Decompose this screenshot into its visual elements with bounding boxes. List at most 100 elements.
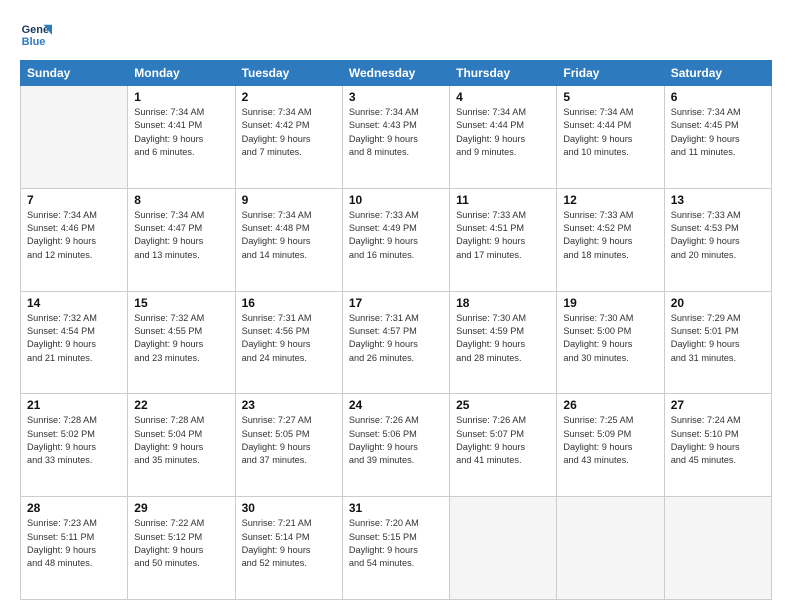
svg-text:Blue: Blue bbox=[22, 36, 46, 48]
calendar-day-cell: 21 Sunrise: 7:28 AM Sunset: 5:02 PM Dayli… bbox=[21, 394, 128, 497]
day-number: 31 bbox=[349, 501, 443, 515]
weekday-header-cell: Wednesday bbox=[342, 61, 449, 86]
calendar-day-cell: 13 Sunrise: 7:33 AM Sunset: 4:53 PM Dayli… bbox=[664, 188, 771, 291]
day-info: Sunrise: 7:27 AM Sunset: 5:05 PM Dayligh… bbox=[242, 414, 336, 467]
day-info: Sunrise: 7:21 AM Sunset: 5:14 PM Dayligh… bbox=[242, 517, 336, 570]
day-number: 20 bbox=[671, 296, 765, 310]
day-info: Sunrise: 7:33 AM Sunset: 4:49 PM Dayligh… bbox=[349, 209, 443, 262]
day-info: Sunrise: 7:33 AM Sunset: 4:52 PM Dayligh… bbox=[563, 209, 657, 262]
calendar-day-cell: 31 Sunrise: 7:20 AM Sunset: 5:15 PM Dayli… bbox=[342, 497, 449, 600]
day-number: 7 bbox=[27, 193, 121, 207]
calendar-day-cell: 5 Sunrise: 7:34 AM Sunset: 4:44 PM Daylig… bbox=[557, 86, 664, 189]
day-info: Sunrise: 7:25 AM Sunset: 5:09 PM Dayligh… bbox=[563, 414, 657, 467]
calendar-day-cell: 10 Sunrise: 7:33 AM Sunset: 4:49 PM Dayli… bbox=[342, 188, 449, 291]
day-info: Sunrise: 7:28 AM Sunset: 5:04 PM Dayligh… bbox=[134, 414, 228, 467]
day-number: 21 bbox=[27, 398, 121, 412]
calendar-day-cell: 2 Sunrise: 7:34 AM Sunset: 4:42 PM Daylig… bbox=[235, 86, 342, 189]
day-info: Sunrise: 7:26 AM Sunset: 5:07 PM Dayligh… bbox=[456, 414, 550, 467]
day-info: Sunrise: 7:30 AM Sunset: 4:59 PM Dayligh… bbox=[456, 312, 550, 365]
calendar-day-cell bbox=[664, 497, 771, 600]
day-number: 10 bbox=[349, 193, 443, 207]
day-number: 22 bbox=[134, 398, 228, 412]
day-info: Sunrise: 7:34 AM Sunset: 4:45 PM Dayligh… bbox=[671, 106, 765, 159]
day-info: Sunrise: 7:34 AM Sunset: 4:43 PM Dayligh… bbox=[349, 106, 443, 159]
weekday-header: SundayMondayTuesdayWednesdayThursdayFrid… bbox=[21, 61, 772, 86]
day-info: Sunrise: 7:34 AM Sunset: 4:46 PM Dayligh… bbox=[27, 209, 121, 262]
day-info: Sunrise: 7:33 AM Sunset: 4:53 PM Dayligh… bbox=[671, 209, 765, 262]
calendar-week-row: 28 Sunrise: 7:23 AM Sunset: 5:11 PM Dayli… bbox=[21, 497, 772, 600]
day-number: 18 bbox=[456, 296, 550, 310]
day-number: 6 bbox=[671, 90, 765, 104]
day-number: 16 bbox=[242, 296, 336, 310]
day-number: 4 bbox=[456, 90, 550, 104]
calendar-week-row: 14 Sunrise: 7:32 AM Sunset: 4:54 PM Dayli… bbox=[21, 291, 772, 394]
calendar-day-cell: 25 Sunrise: 7:26 AM Sunset: 5:07 PM Dayli… bbox=[450, 394, 557, 497]
day-number: 11 bbox=[456, 193, 550, 207]
day-number: 30 bbox=[242, 501, 336, 515]
weekday-header-cell: Tuesday bbox=[235, 61, 342, 86]
calendar-day-cell: 30 Sunrise: 7:21 AM Sunset: 5:14 PM Dayli… bbox=[235, 497, 342, 600]
day-info: Sunrise: 7:32 AM Sunset: 4:55 PM Dayligh… bbox=[134, 312, 228, 365]
day-info: Sunrise: 7:28 AM Sunset: 5:02 PM Dayligh… bbox=[27, 414, 121, 467]
day-info: Sunrise: 7:32 AM Sunset: 4:54 PM Dayligh… bbox=[27, 312, 121, 365]
day-info: Sunrise: 7:31 AM Sunset: 4:56 PM Dayligh… bbox=[242, 312, 336, 365]
day-info: Sunrise: 7:20 AM Sunset: 5:15 PM Dayligh… bbox=[349, 517, 443, 570]
day-info: Sunrise: 7:22 AM Sunset: 5:12 PM Dayligh… bbox=[134, 517, 228, 570]
day-number: 9 bbox=[242, 193, 336, 207]
calendar-day-cell: 4 Sunrise: 7:34 AM Sunset: 4:44 PM Daylig… bbox=[450, 86, 557, 189]
calendar-day-cell: 7 Sunrise: 7:34 AM Sunset: 4:46 PM Daylig… bbox=[21, 188, 128, 291]
day-number: 28 bbox=[27, 501, 121, 515]
weekday-header-cell: Saturday bbox=[664, 61, 771, 86]
calendar-day-cell: 6 Sunrise: 7:34 AM Sunset: 4:45 PM Daylig… bbox=[664, 86, 771, 189]
logo: General Blue bbox=[20, 18, 52, 50]
calendar-day-cell: 15 Sunrise: 7:32 AM Sunset: 4:55 PM Dayli… bbox=[128, 291, 235, 394]
calendar-day-cell bbox=[557, 497, 664, 600]
header: General Blue bbox=[20, 18, 772, 50]
day-info: Sunrise: 7:31 AM Sunset: 4:57 PM Dayligh… bbox=[349, 312, 443, 365]
calendar-day-cell: 28 Sunrise: 7:23 AM Sunset: 5:11 PM Dayli… bbox=[21, 497, 128, 600]
calendar-day-cell bbox=[21, 86, 128, 189]
day-info: Sunrise: 7:34 AM Sunset: 4:44 PM Dayligh… bbox=[563, 106, 657, 159]
calendar-day-cell: 19 Sunrise: 7:30 AM Sunset: 5:00 PM Dayli… bbox=[557, 291, 664, 394]
day-info: Sunrise: 7:30 AM Sunset: 5:00 PM Dayligh… bbox=[563, 312, 657, 365]
calendar-day-cell: 23 Sunrise: 7:27 AM Sunset: 5:05 PM Dayli… bbox=[235, 394, 342, 497]
calendar-day-cell: 8Sunrise: 7:34 AM Sunset: 4:47 PM Daylig… bbox=[128, 188, 235, 291]
day-info: Sunrise: 7:34 AM Sunset: 4:42 PM Dayligh… bbox=[242, 106, 336, 159]
calendar-day-cell: 1Sunrise: 7:34 AM Sunset: 4:41 PM Daylig… bbox=[128, 86, 235, 189]
day-number: 25 bbox=[456, 398, 550, 412]
calendar-day-cell: 14 Sunrise: 7:32 AM Sunset: 4:54 PM Dayli… bbox=[21, 291, 128, 394]
calendar-day-cell: 16 Sunrise: 7:31 AM Sunset: 4:56 PM Dayli… bbox=[235, 291, 342, 394]
day-number: 13 bbox=[671, 193, 765, 207]
day-number: 23 bbox=[242, 398, 336, 412]
calendar-day-cell: 27Sunrise: 7:24 AM Sunset: 5:10 PM Dayli… bbox=[664, 394, 771, 497]
calendar-day-cell: 17 Sunrise: 7:31 AM Sunset: 4:57 PM Dayli… bbox=[342, 291, 449, 394]
day-number: 14 bbox=[27, 296, 121, 310]
day-number: 24 bbox=[349, 398, 443, 412]
day-number: 19 bbox=[563, 296, 657, 310]
day-info: Sunrise: 7:34 AM Sunset: 4:48 PM Dayligh… bbox=[242, 209, 336, 262]
day-number: 2 bbox=[242, 90, 336, 104]
day-info: Sunrise: 7:34 AM Sunset: 4:44 PM Dayligh… bbox=[456, 106, 550, 159]
calendar-day-cell: 29Sunrise: 7:22 AM Sunset: 5:12 PM Dayli… bbox=[128, 497, 235, 600]
calendar-week-row: 7 Sunrise: 7:34 AM Sunset: 4:46 PM Daylig… bbox=[21, 188, 772, 291]
calendar-day-cell: 24Sunrise: 7:26 AM Sunset: 5:06 PM Dayli… bbox=[342, 394, 449, 497]
day-number: 5 bbox=[563, 90, 657, 104]
day-info: Sunrise: 7:34 AM Sunset: 4:41 PM Dayligh… bbox=[134, 106, 228, 159]
calendar-week-row: 21 Sunrise: 7:28 AM Sunset: 5:02 PM Dayli… bbox=[21, 394, 772, 497]
weekday-header-cell: Sunday bbox=[21, 61, 128, 86]
day-number: 17 bbox=[349, 296, 443, 310]
day-number: 26 bbox=[563, 398, 657, 412]
calendar-day-cell: 11Sunrise: 7:33 AM Sunset: 4:51 PM Dayli… bbox=[450, 188, 557, 291]
day-info: Sunrise: 7:23 AM Sunset: 5:11 PM Dayligh… bbox=[27, 517, 121, 570]
day-number: 15 bbox=[134, 296, 228, 310]
calendar-day-cell: 12 Sunrise: 7:33 AM Sunset: 4:52 PM Dayli… bbox=[557, 188, 664, 291]
day-info: Sunrise: 7:29 AM Sunset: 5:01 PM Dayligh… bbox=[671, 312, 765, 365]
calendar-day-cell: 20 Sunrise: 7:29 AM Sunset: 5:01 PM Dayli… bbox=[664, 291, 771, 394]
day-info: Sunrise: 7:34 AM Sunset: 4:47 PM Dayligh… bbox=[134, 209, 228, 262]
page: General Blue SundayMondayTuesdayWednesda… bbox=[0, 0, 792, 612]
day-number: 12 bbox=[563, 193, 657, 207]
logo-icon: General Blue bbox=[20, 18, 52, 50]
weekday-header-cell: Friday bbox=[557, 61, 664, 86]
calendar-week-row: 1Sunrise: 7:34 AM Sunset: 4:41 PM Daylig… bbox=[21, 86, 772, 189]
day-info: Sunrise: 7:24 AM Sunset: 5:10 PM Dayligh… bbox=[671, 414, 765, 467]
